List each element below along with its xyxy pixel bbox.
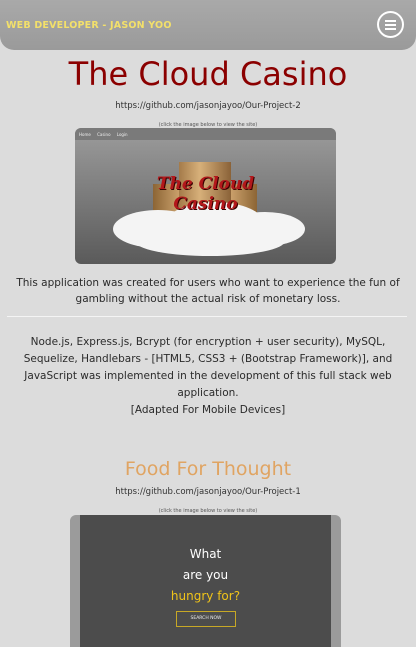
- navbar: WEB DEVELOPER - JASON YOO: [0, 0, 416, 50]
- project-title-cloud-casino: The Cloud Casino: [68, 55, 348, 93]
- project-repo-link[interactable]: https://github.com/jasonjayoo/Our-Projec…: [0, 101, 416, 111]
- menu-bar: [385, 28, 396, 30]
- logo-line: Casino: [173, 194, 238, 214]
- mini-nav-item: Casino: [97, 132, 111, 137]
- screenshot-headline-line: What: [189, 547, 222, 561]
- screenshot-mini-nav: Home Casino Login: [75, 128, 336, 140]
- section-divider: [7, 316, 407, 317]
- logo-line: The Cloud: [156, 174, 255, 194]
- project-title-food-for-thought: Food For Thought: [124, 458, 292, 480]
- hamburger-menu-icon[interactable]: [377, 11, 404, 38]
- cloud-casino-logo: The Cloud Casino: [75, 174, 336, 214]
- food-for-thought-screenshot[interactable]: What are you hungry for? SEARCH NOW: [70, 515, 341, 647]
- project-hint: (click the image below to view the site): [158, 508, 258, 514]
- project-repo-link[interactable]: https://github.com/jasonjayoo/Our-Projec…: [0, 487, 416, 497]
- mini-nav-item: Login: [116, 132, 128, 137]
- cloud-casino-screenshot[interactable]: Home Casino Login The Cloud Casino: [75, 128, 336, 264]
- project-description: This application was created for users w…: [16, 277, 400, 305]
- project-tech-stack: Node.js, Express.js, Bcrypt (for encrypt…: [0, 334, 416, 419]
- screenshot-content: What are you hungry for? SEARCH NOW: [80, 515, 331, 647]
- tech-stack-text: Node.js, Express.js, Bcrypt (for encrypt…: [23, 336, 393, 399]
- mini-nav-item: Home: [79, 132, 91, 137]
- menu-bar: [385, 24, 396, 26]
- mobile-note: [Adapted For Mobile Devices]: [130, 404, 286, 416]
- cloud-shape: [135, 226, 285, 256]
- screenshot-search-button: SEARCH NOW: [176, 611, 236, 627]
- screenshot-headline-highlight: hungry for?: [170, 589, 241, 603]
- screenshot-headline-line: are you: [182, 568, 229, 582]
- brand-name[interactable]: WEB DEVELOPER - JASON YOO: [6, 20, 172, 31]
- menu-bar: [385, 20, 396, 22]
